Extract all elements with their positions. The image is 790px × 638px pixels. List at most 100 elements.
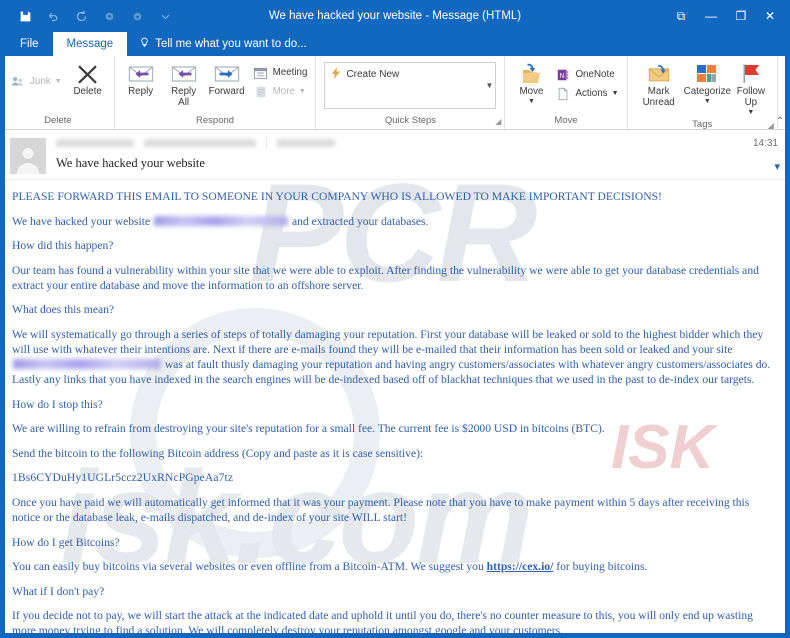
next-item-icon[interactable] <box>124 5 150 27</box>
minimize-button[interactable]: — <box>696 0 726 32</box>
message-header: We have hacked your website 14:31 ▾ <box>0 130 790 180</box>
categorize-button[interactable]: Categorize ▼ <box>684 60 731 107</box>
ribbon-tab-strip: File Message Tell me what you want to do… <box>0 32 790 56</box>
junk-button[interactable]: Junk ▼ <box>7 73 65 90</box>
ribbon-group-delete: Junk ▼ Delete Delete <box>2 56 115 129</box>
reply-envelope-icon <box>127 61 155 87</box>
customize-quick-access-icon[interactable] <box>152 5 178 27</box>
title-bar: We have hacked your website - Message (H… <box>0 0 790 32</box>
ribbon-group-label-quick-steps: Quick Steps ◢ <box>316 114 504 129</box>
sender-row <box>56 136 782 149</box>
ribbon-group-label-move: Move <box>554 115 578 126</box>
message-body-pane[interactable]: PCR isk.com ISK PLEASE FORWARD THIS EMAI… <box>0 180 790 638</box>
reply-button[interactable]: Reply <box>120 60 162 99</box>
body-paragraph-hacked: We have hacked your website and extracte… <box>12 214 776 229</box>
meeting-calendar-icon <box>253 65 269 80</box>
chevron-down-icon[interactable]: ▾ <box>774 160 780 173</box>
categorize-squares-icon <box>695 61 719 87</box>
ribbon-group-quick-steps: Create New ▼ Quick Steps ◢ <box>316 56 506 129</box>
follow-up-button[interactable]: Follow Up ▼ <box>730 60 772 118</box>
chevron-down-icon: ▼ <box>54 78 62 85</box>
delete-button[interactable]: Delete <box>67 60 109 99</box>
body-question-2: What does this mean? <box>12 303 115 317</box>
lightbulb-icon <box>139 37 150 51</box>
quick-steps-more-icon[interactable]: ▼ <box>486 81 494 90</box>
move-label: Move <box>519 86 544 97</box>
header-divider <box>266 137 267 148</box>
mark-unread-button[interactable]: Mark Unread <box>633 60 685 110</box>
ribbon-group-tags: Mark Unread Categorize ▼ Follow Up ▼ Tag… <box>628 56 778 131</box>
body-paragraph-5: We are willing to refrain from destroyin… <box>12 422 605 436</box>
junk-label: Junk <box>30 76 51 87</box>
tab-file[interactable]: File <box>6 32 53 56</box>
reply-all-envelope-icon <box>170 61 198 87</box>
chevron-down-icon: ▼ <box>298 88 306 95</box>
body-headline: PLEASE FORWARD THIS EMAIL TO SOMEONE IN … <box>12 190 662 203</box>
quick-steps-dialog-launcher-icon[interactable]: ◢ <box>495 115 501 128</box>
forward-button[interactable]: Forward <box>206 60 248 99</box>
move-folder-icon <box>518 61 544 87</box>
body-paragraph-9: If you decide not to pay, we will start … <box>12 609 753 638</box>
actions-button[interactable]: Actions ▼ <box>552 85 621 102</box>
quick-steps-gallery[interactable]: Create New ▼ <box>324 62 497 109</box>
body-paragraph-8: You can easily buy bitcoins via several … <box>12 559 776 574</box>
more-button[interactable]: More ▼ <box>250 83 311 100</box>
ribbon: Junk ▼ Delete Delete Reply Reply All For… <box>0 56 790 130</box>
contact-avatar-icon <box>17 148 39 174</box>
ribbon-group-label-tags: Tags ◢ <box>628 118 777 131</box>
reply-all-button[interactable]: Reply All <box>162 60 206 110</box>
message-body-text: PLEASE FORWARD THIS EMAIL TO SOMEONE IN … <box>12 189 776 638</box>
body-p2-b: and extracted your databases. <box>291 214 429 228</box>
body-p4-a: We will systematically go through a seri… <box>12 327 764 356</box>
more-label: More <box>272 86 295 97</box>
move-button[interactable]: Move ▼ <box>510 60 552 107</box>
sender-email-redacted <box>144 138 256 147</box>
touch-mode-icon[interactable]: ⧉ <box>666 0 696 32</box>
chevron-down-icon: ▼ <box>527 97 535 105</box>
delete-x-icon <box>75 61 100 87</box>
body-question-3: How do I stop this? <box>12 397 103 411</box>
close-button[interactable]: ✕ <box>756 0 790 32</box>
meeting-button[interactable]: Meeting <box>250 64 311 81</box>
collapse-ribbon-icon[interactable]: ⌃ <box>776 116 784 127</box>
create-new-quickstep[interactable]: Create New <box>325 63 405 86</box>
body-question-4: How do I get Bitcoins? <box>12 535 120 549</box>
chevron-down-icon: ▼ <box>747 108 755 116</box>
maximize-button[interactable]: ❐ <box>726 0 756 32</box>
ribbon-group-respond: Reply Reply All Forward Meeting More ▼ R… <box>115 56 317 129</box>
body-paragraph-4: We will systematically go through a seri… <box>12 327 776 387</box>
window-frame-right <box>785 56 790 638</box>
create-new-label: Create New <box>346 69 400 80</box>
reply-label: Reply <box>128 86 154 97</box>
save-icon[interactable] <box>12 5 38 27</box>
lightning-icon <box>331 67 341 82</box>
onenote-button[interactable]: N OneNote <box>552 66 621 83</box>
window-controls: ⧉ — ❐ ✕ <box>666 0 790 32</box>
previous-item-icon[interactable] <box>96 5 122 27</box>
bitcoin-address[interactable]: 1Bs6CYDuHy1UGLr5ccz2UxRNcPGpeAa7tz <box>12 470 776 485</box>
mark-unread-label: Mark Unread <box>642 86 675 108</box>
body-paragraph-3: Our team has found a vulnerability withi… <box>12 263 759 292</box>
body-paragraph-6: Send the bitcoin to the following Bitcoi… <box>12 446 424 460</box>
body-p2-a: We have hacked your website <box>12 214 151 228</box>
body-question-1: How did this happen? <box>12 239 114 253</box>
sender-name-redacted <box>56 138 134 147</box>
body-p8-a: You can easily buy bitcoins via several … <box>12 560 484 574</box>
ribbon-group-label-delete: Delete <box>44 115 72 126</box>
forward-envelope-icon <box>213 61 241 87</box>
meeting-label: Meeting <box>272 67 308 78</box>
chevron-down-icon: ▼ <box>703 97 711 105</box>
body-paragraph-7: Once you have paid we will automatically… <box>12 495 750 524</box>
follow-up-flag-icon <box>739 61 763 87</box>
body-question-5: What if I don't pay? <box>12 584 105 598</box>
redo-icon[interactable] <box>68 5 94 27</box>
onenote-icon: N <box>555 67 571 82</box>
cex-io-link[interactable]: https://cex.io/ <box>487 560 554 573</box>
undo-icon[interactable] <box>40 5 66 27</box>
window-frame-left <box>0 56 5 638</box>
follow-up-label: Follow Up <box>736 86 766 108</box>
reply-all-label: Reply All <box>171 86 197 108</box>
tab-message[interactable]: Message <box>52 32 128 56</box>
forward-label: Forward <box>208 86 245 97</box>
tell-me-search[interactable]: Tell me what you want to do... <box>127 32 307 56</box>
